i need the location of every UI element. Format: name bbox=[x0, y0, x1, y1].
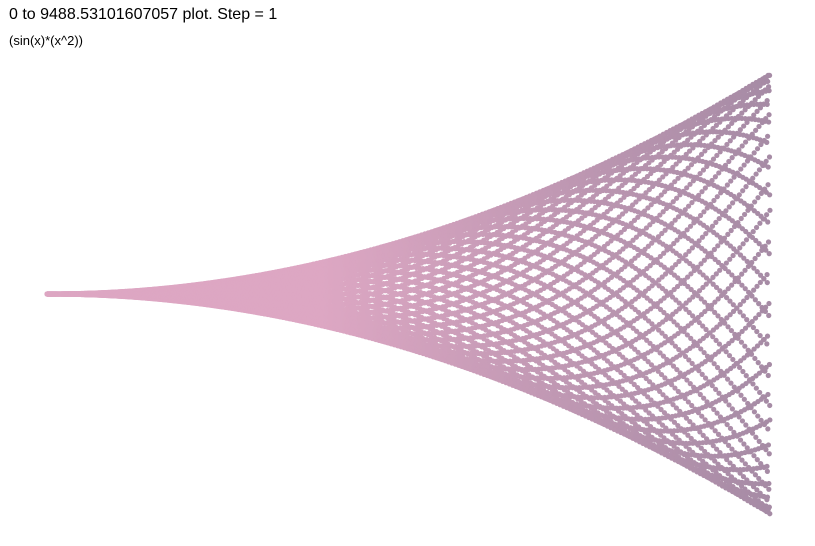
scatter-points bbox=[44, 72, 773, 517]
scatter-plot bbox=[44, 72, 773, 517]
